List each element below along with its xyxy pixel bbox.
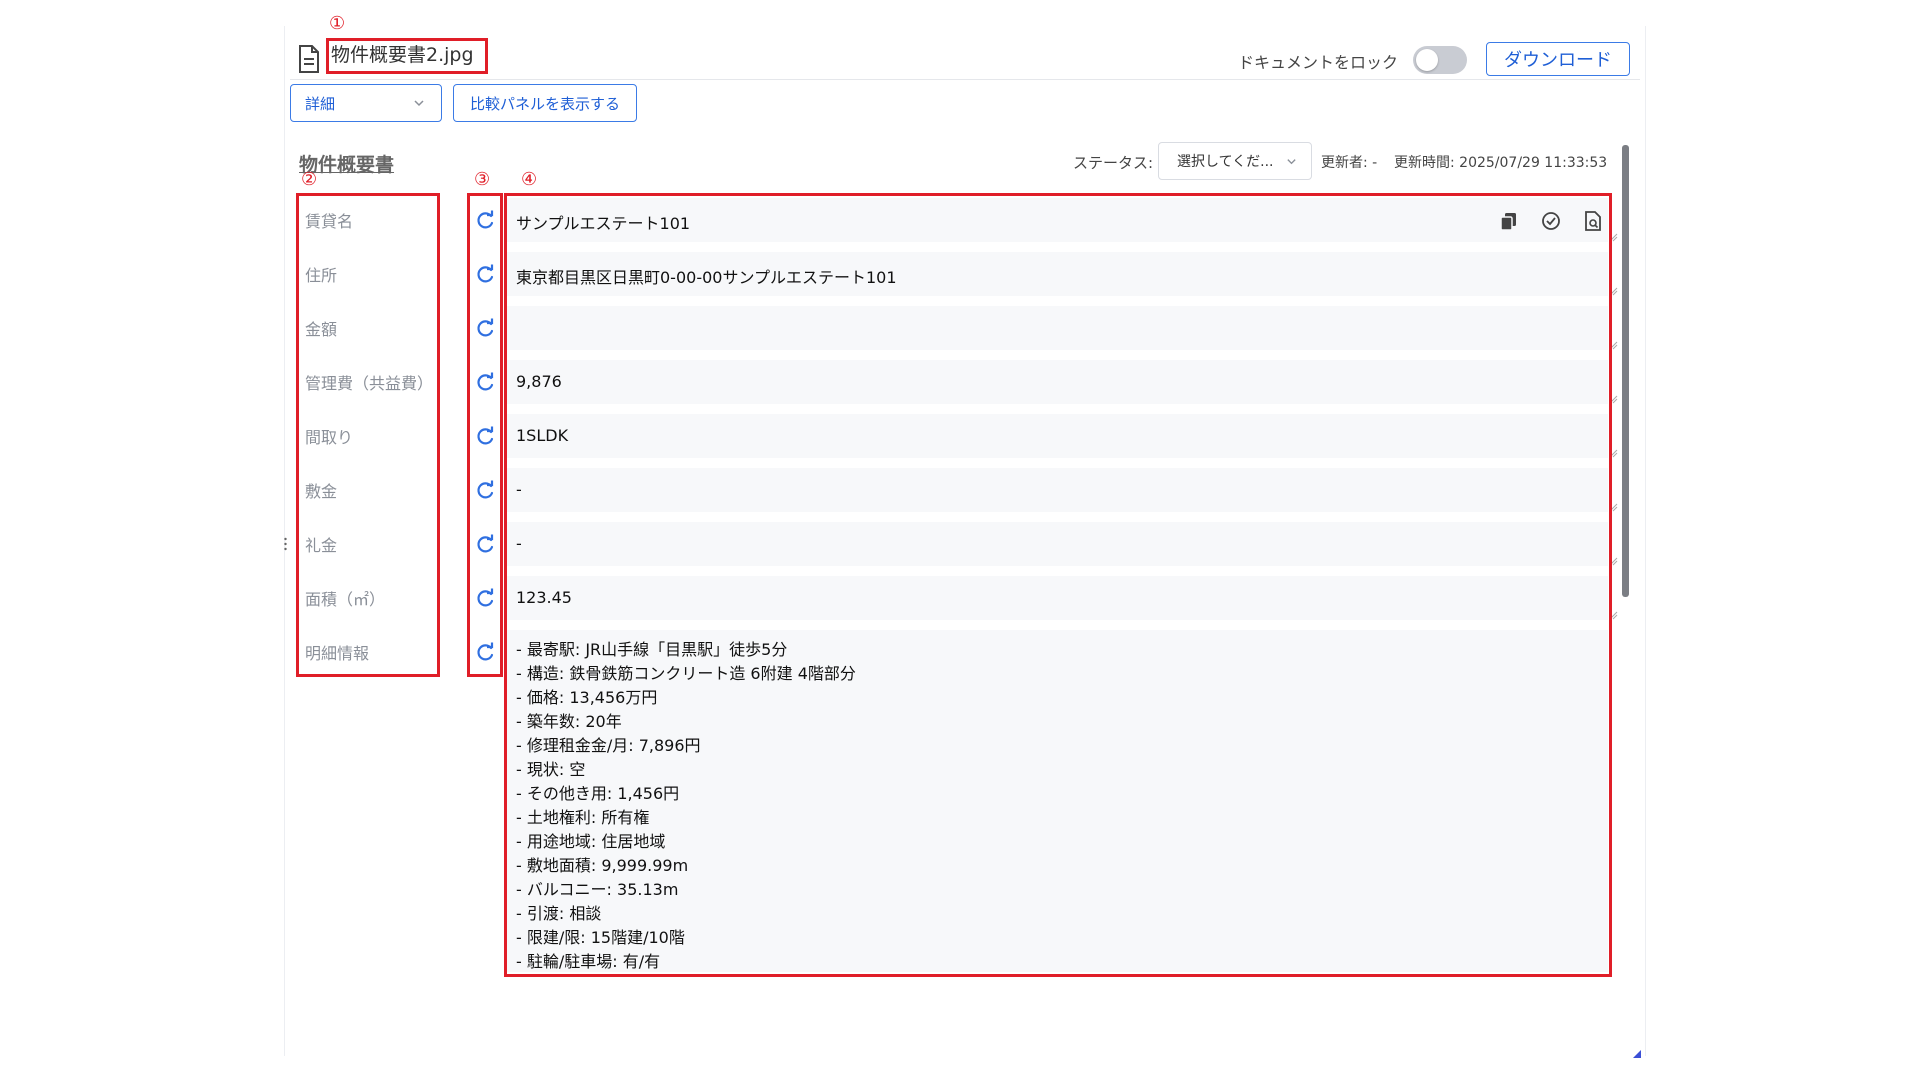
- chevron-down-icon: [1287, 159, 1296, 165]
- status-select-value: 選択してくだ...: [1177, 154, 1274, 170]
- lock-document-toggle[interactable]: [1413, 46, 1467, 74]
- panel-resize-grip[interactable]: [284, 536, 287, 552]
- chevron-down-icon: [414, 100, 424, 107]
- show-compare-panel-button[interactable]: 比較パネルを表示する: [453, 84, 637, 122]
- annotation-number-3: ③: [474, 169, 491, 190]
- status-select[interactable]: 選択してくだ...: [1158, 142, 1312, 180]
- corner-resize-icon[interactable]: [1633, 1050, 1641, 1058]
- annotation-box-4: [504, 193, 1612, 977]
- toggle-knob: [1416, 49, 1438, 71]
- view-mode-value: 詳細: [305, 94, 336, 113]
- lock-document-label: ドキュメントをロック: [1238, 53, 1399, 72]
- annotation-number-2: ②: [301, 169, 318, 190]
- updated-time: 更新時間: 2025/07/29 11:33:53: [1394, 155, 1608, 171]
- annotation-box-2: [296, 193, 440, 677]
- download-button[interactable]: ダウンロード: [1486, 42, 1630, 76]
- annotation-number-4: ④: [521, 169, 538, 190]
- scrollbar[interactable]: [1622, 145, 1629, 597]
- updater: 更新者: -: [1321, 155, 1378, 171]
- annotation-box-3: [467, 193, 503, 677]
- status-label: ステータス:: [1073, 154, 1154, 172]
- annotation-box-1: [326, 38, 488, 74]
- view-mode-select[interactable]: 詳細: [290, 84, 442, 122]
- header-divider: [290, 79, 1640, 80]
- annotation-number-1: ①: [329, 13, 346, 34]
- file-icon: [299, 45, 319, 73]
